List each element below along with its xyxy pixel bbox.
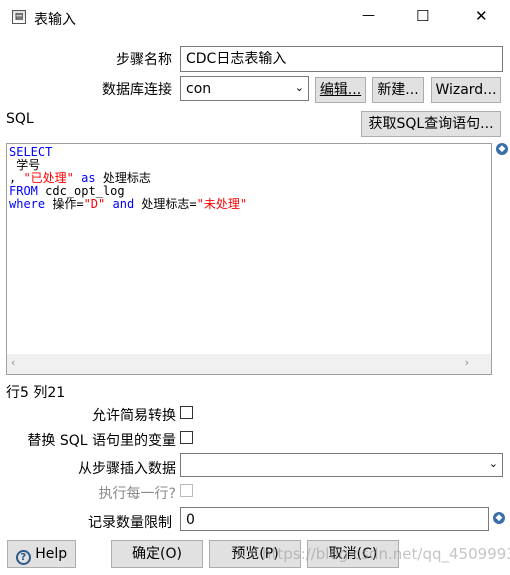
sql-token: 处理标志=: [134, 197, 197, 211]
chevron-down-icon: ⌄: [488, 457, 498, 470]
horizontal-scrollbar[interactable]: ‹ ›: [7, 354, 475, 374]
sql-token: 操作=: [45, 197, 84, 211]
db-connection-label: 数据库连接: [102, 82, 172, 98]
sql-editor[interactable]: SELECT 学号, "已处理" as 处理标志 FROM cdc_opt_log…: [6, 143, 492, 375]
db-connection-select[interactable]: con ⌄: [180, 76, 309, 101]
replace-variables-checkbox[interactable]: [180, 431, 193, 444]
help-button[interactable]: ? Help: [7, 540, 76, 568]
replace-variables-label: 替换 SQL 语句里的变量: [27, 433, 176, 449]
help-icon: ?: [15, 550, 31, 565]
ok-button[interactable]: 确定(O): [111, 540, 203, 568]
scroll-right-icon[interactable]: ›: [465, 356, 469, 369]
lazy-conversion-checkbox[interactable]: [180, 406, 193, 419]
chevron-down-icon: ⌄: [294, 81, 304, 94]
sql-token: "未处理": [196, 197, 248, 211]
edit-connection-button[interactable]: 编辑...: [315, 77, 366, 103]
execute-each-row-label: 执行每一行?: [98, 486, 176, 502]
watermark: https://blog.csdn.net/qq_45099933: [262, 545, 510, 563]
cursor-status: 行5 列21: [6, 385, 66, 401]
limit-input[interactable]: 0: [180, 507, 489, 531]
new-connection-button[interactable]: 新建...: [372, 77, 424, 103]
title-bar: ▤ 表输入 — ☐ ✕: [0, 0, 510, 36]
insert-from-step-label: 从步骤插入数据: [78, 461, 176, 477]
sql-token: SELECT: [9, 145, 53, 159]
sql-line: where 操作="D" and 处理标志="未处理": [9, 198, 489, 211]
minimize-button[interactable]: —: [362, 8, 375, 23]
execute-each-row-checkbox[interactable]: [180, 484, 193, 497]
app-icon: ▤: [12, 10, 26, 24]
db-connection-value: con: [186, 81, 212, 97]
variable-icon: ◆: [496, 143, 508, 155]
sql-token: "D": [83, 197, 106, 211]
sql-label: SQL: [6, 111, 34, 127]
maximize-button[interactable]: ☐: [416, 7, 429, 25]
sql-token: FROM: [9, 184, 38, 198]
variable-icon: ◆: [493, 512, 505, 524]
scrollbar-corner: [475, 354, 491, 374]
sql-token: cdc_opt_log: [37, 184, 125, 198]
step-name-input[interactable]: CDC日志表输入: [180, 46, 503, 72]
sql-token: "已处理": [23, 171, 74, 185]
help-label: Help: [35, 546, 68, 562]
sql-token: 学号: [9, 158, 41, 172]
scroll-left-icon[interactable]: ‹: [11, 356, 15, 369]
insert-from-step-select[interactable]: ⌄: [180, 453, 503, 477]
sql-token: where: [9, 197, 46, 211]
sql-token: ,: [9, 171, 24, 185]
sql-token: 处理标志: [95, 171, 151, 185]
close-button[interactable]: ✕: [475, 7, 488, 25]
get-sql-button[interactable]: 获取SQL查询语句...: [361, 111, 501, 137]
wizard-button[interactable]: Wizard...: [431, 77, 501, 103]
step-name-label: 步骤名称: [116, 52, 172, 68]
limit-label: 记录数量限制: [88, 515, 172, 531]
vertical-scrollbar[interactable]: [475, 144, 491, 354]
lazy-conversion-label: 允许简易转换: [92, 408, 176, 424]
sql-token: and: [112, 197, 135, 211]
sql-line: SELECT: [9, 146, 489, 159]
window-title: 表输入: [34, 12, 76, 28]
sql-token: as: [81, 171, 96, 185]
